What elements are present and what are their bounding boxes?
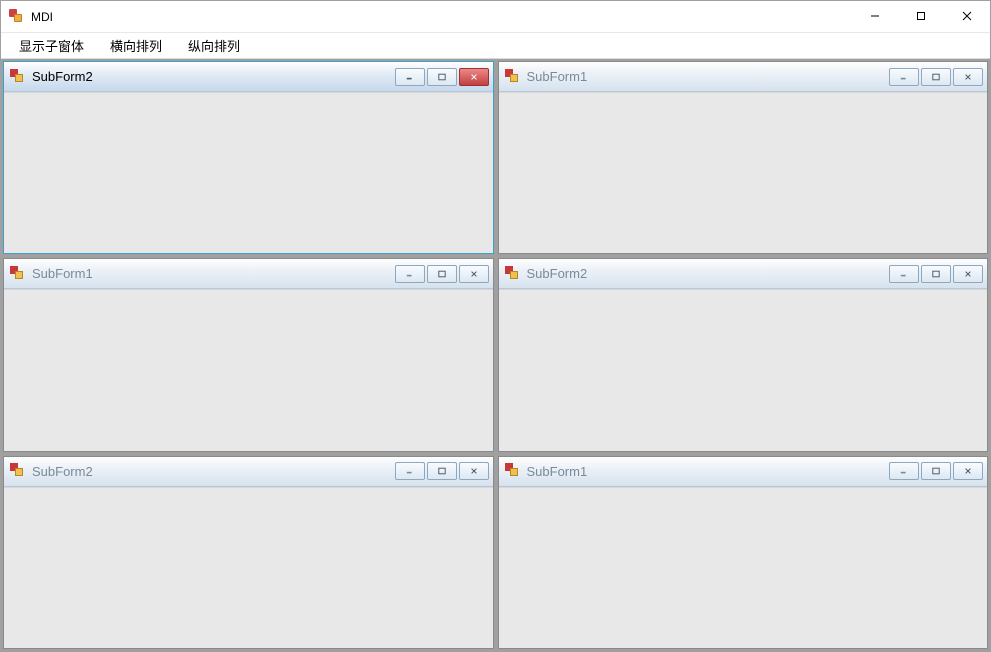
- menu-tile-horizontal[interactable]: 横向排列: [100, 33, 172, 58]
- child-maximize-button[interactable]: [427, 462, 457, 480]
- child-maximize-button[interactable]: [921, 462, 951, 480]
- child-titlebar[interactable]: SubForm1: [499, 62, 988, 92]
- child-window[interactable]: SubForm2: [3, 61, 494, 254]
- child-maximize-button[interactable]: [921, 265, 951, 283]
- child-titlebar[interactable]: SubForm2: [499, 259, 988, 289]
- child-window[interactable]: SubForm1: [498, 456, 989, 649]
- child-title: SubForm2: [32, 464, 395, 479]
- child-close-button[interactable]: [953, 462, 983, 480]
- child-minimize-button[interactable]: [889, 265, 919, 283]
- child-window[interactable]: SubForm2: [3, 456, 494, 649]
- child-minimize-button[interactable]: [889, 462, 919, 480]
- minimize-button[interactable]: [852, 1, 898, 31]
- close-button[interactable]: [944, 1, 990, 31]
- child-title: SubForm1: [32, 266, 395, 281]
- child-body: [499, 487, 988, 648]
- child-body: [4, 289, 493, 450]
- window-title: MDI: [31, 10, 53, 24]
- form-icon: [10, 69, 26, 85]
- form-icon: [505, 69, 521, 85]
- child-title: SubForm2: [32, 69, 395, 84]
- child-close-button[interactable]: [459, 462, 489, 480]
- child-window[interactable]: SubForm1: [3, 258, 494, 451]
- menu-show-subforms[interactable]: 显示子窗体: [9, 33, 94, 58]
- child-title: SubForm2: [527, 266, 890, 281]
- child-controls: [395, 265, 489, 283]
- child-titlebar[interactable]: SubForm1: [499, 457, 988, 487]
- child-titlebar[interactable]: SubForm2: [4, 457, 493, 487]
- child-close-button[interactable]: [459, 265, 489, 283]
- form-icon: [10, 266, 26, 282]
- child-minimize-button[interactable]: [395, 68, 425, 86]
- child-body: [4, 92, 493, 253]
- maximize-button[interactable]: [898, 1, 944, 31]
- child-body: [4, 487, 493, 648]
- child-minimize-button[interactable]: [889, 68, 919, 86]
- menu-tile-vertical[interactable]: 纵向排列: [178, 33, 250, 58]
- child-controls: [395, 462, 489, 480]
- child-window[interactable]: SubForm1: [498, 61, 989, 254]
- child-minimize-button[interactable]: [395, 265, 425, 283]
- child-maximize-button[interactable]: [921, 68, 951, 86]
- child-controls: [889, 265, 983, 283]
- main-window: MDI 显示子窗体 横向排列 纵向排列 SubForm2: [0, 0, 991, 652]
- main-titlebar[interactable]: MDI: [1, 1, 990, 33]
- child-body: [499, 289, 988, 450]
- child-close-button[interactable]: [953, 68, 983, 86]
- child-titlebar[interactable]: SubForm1: [4, 259, 493, 289]
- child-maximize-button[interactable]: [427, 265, 457, 283]
- form-icon: [505, 463, 521, 479]
- child-title: SubForm1: [527, 69, 890, 84]
- child-maximize-button[interactable]: [427, 68, 457, 86]
- menu-bar: 显示子窗体 横向排列 纵向排列: [1, 33, 990, 59]
- child-controls: [889, 68, 983, 86]
- form-icon: [10, 463, 26, 479]
- child-minimize-button[interactable]: [395, 462, 425, 480]
- form-icon: [505, 266, 521, 282]
- mdi-client-area: SubForm2 SubForm1: [1, 59, 990, 651]
- child-title: SubForm1: [527, 464, 890, 479]
- child-window[interactable]: SubForm2: [498, 258, 989, 451]
- window-controls: [852, 1, 990, 32]
- app-icon: [9, 9, 25, 25]
- child-titlebar[interactable]: SubForm2: [4, 62, 493, 92]
- child-close-button[interactable]: [953, 265, 983, 283]
- child-controls: [889, 462, 983, 480]
- child-close-button[interactable]: [459, 68, 489, 86]
- child-controls: [395, 68, 489, 86]
- child-body: [499, 92, 988, 253]
